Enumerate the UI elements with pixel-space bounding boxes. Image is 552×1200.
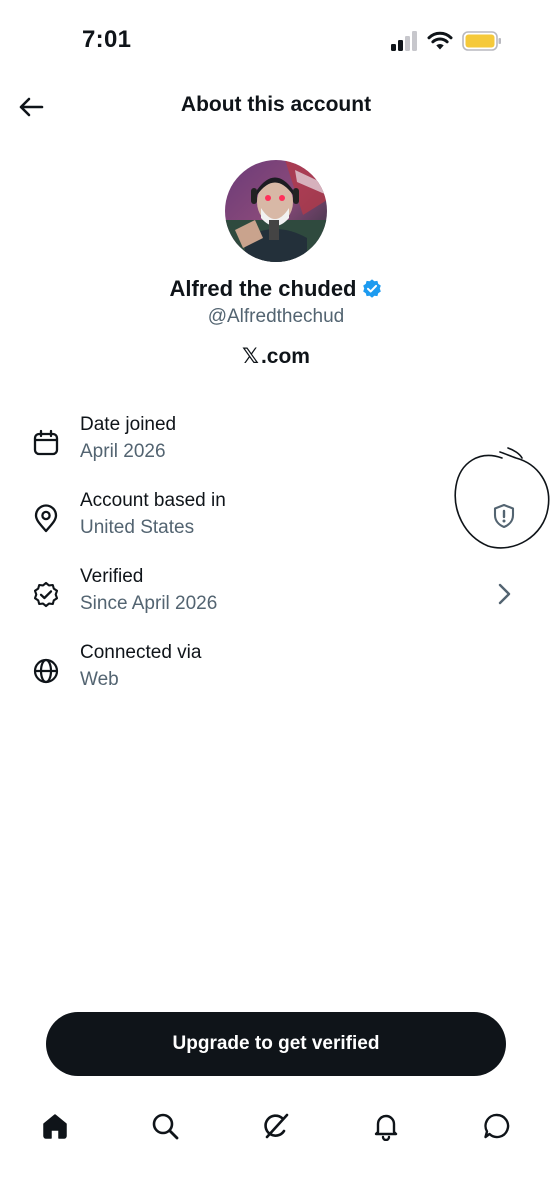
info-value: United States xyxy=(80,517,195,538)
status-icons xyxy=(390,30,505,52)
header: About this account xyxy=(0,80,552,136)
shield-alert-icon[interactable] xyxy=(490,502,518,530)
notifications-bell-icon xyxy=(374,1114,398,1141)
source-domain: .com xyxy=(260,344,310,368)
verified-badge-icon xyxy=(362,279,381,298)
nav-messages[interactable] xyxy=(479,1108,515,1144)
info-row-account-location: Account based in United States xyxy=(0,490,552,554)
home-icon xyxy=(43,1114,67,1139)
avatar[interactable] xyxy=(225,160,327,262)
info-label: Date joined xyxy=(80,414,177,435)
info-value: April 2026 xyxy=(80,441,166,462)
bottom-nav xyxy=(0,1100,552,1156)
nav-home[interactable] xyxy=(37,1108,73,1144)
status-bar: 7:01 xyxy=(0,0,552,80)
chevron-right-icon xyxy=(498,583,511,605)
battery-icon xyxy=(462,31,501,51)
nav-search[interactable] xyxy=(147,1108,183,1144)
info-row-connected-via: Connected via Web xyxy=(0,642,552,706)
nav-notifications[interactable] xyxy=(368,1108,404,1144)
about-account-screen: 7:01 About this account Alfred the chude… xyxy=(0,0,552,1200)
search-icon xyxy=(152,1113,179,1140)
info-label: Account based in xyxy=(80,490,226,511)
cellular-signal-icon xyxy=(391,31,417,51)
info-row-verified[interactable]: Verified Since April 2026 xyxy=(0,566,552,630)
verified-outline-icon xyxy=(33,581,59,608)
info-label: Connected via xyxy=(80,642,202,663)
avatar-image xyxy=(225,160,327,262)
page-title: About this account xyxy=(180,93,372,116)
globe-icon xyxy=(33,658,59,684)
home-indicator xyxy=(206,1184,346,1189)
info-label: Verified xyxy=(80,566,144,587)
display-name: Alfred the chuded xyxy=(169,276,357,301)
info-value: Web xyxy=(80,669,119,690)
display-name-row: Alfred the chuded xyxy=(0,276,552,302)
calendar-icon xyxy=(33,429,59,456)
upgrade-verified-button[interactable]: Upgrade to get verified xyxy=(46,1012,506,1076)
source-link[interactable]: 𝕏 .com xyxy=(0,344,552,369)
wifi-icon xyxy=(427,31,453,50)
nav-grok[interactable] xyxy=(258,1108,294,1144)
location-pin-icon xyxy=(34,504,58,533)
info-row-date-joined: Date joined April 2026 xyxy=(0,414,552,478)
handle: @Alfredthechud xyxy=(207,306,345,327)
x-logo-icon: 𝕏 xyxy=(242,345,259,368)
status-time: 7:01 xyxy=(82,26,132,53)
grok-icon xyxy=(264,1113,289,1139)
messages-icon xyxy=(484,1113,510,1139)
info-value: Since April 2026 xyxy=(80,593,218,614)
